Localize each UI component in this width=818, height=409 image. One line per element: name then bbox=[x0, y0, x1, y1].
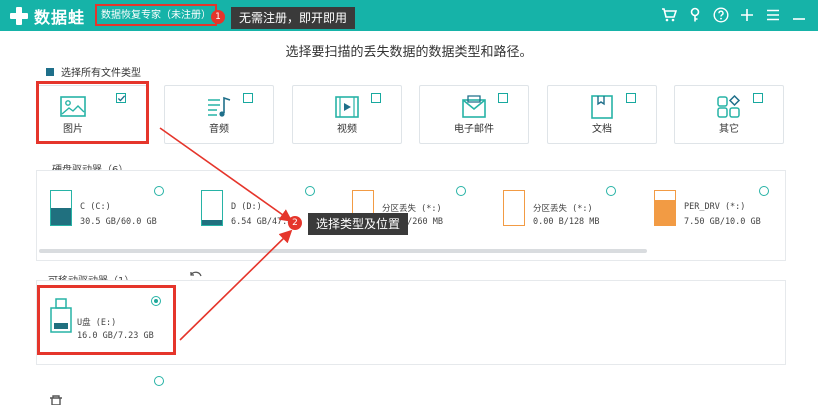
other-checkbox[interactable] bbox=[753, 93, 763, 103]
drive-per-drv[interactable]: PER_DRV (*:) 7.50 GB/10.0 GB bbox=[654, 190, 764, 230]
add-icon[interactable] bbox=[738, 3, 756, 27]
callout-1: 无需注册，即开即用 bbox=[231, 7, 356, 29]
logo-plus-icon bbox=[8, 5, 30, 27]
select-all-types[interactable]: 选择所有文件类型 bbox=[46, 64, 141, 79]
document-checkbox[interactable] bbox=[626, 93, 636, 103]
type-label-email: 电子邮件 bbox=[454, 124, 494, 135]
audio-icon bbox=[165, 94, 273, 120]
callout-2: 选择类型及位置 bbox=[308, 213, 409, 235]
drive-c[interactable]: C (C:) 30.5 GB/60.0 GB bbox=[50, 190, 170, 230]
drive-c-radio[interactable] bbox=[154, 186, 164, 196]
highlight-box-usb bbox=[37, 285, 176, 355]
other-icon bbox=[675, 94, 783, 120]
drive-name: PER_DRV (*:) bbox=[684, 202, 746, 212]
drives-scrollbar[interactable] bbox=[39, 249, 647, 253]
audio-checkbox[interactable] bbox=[243, 93, 253, 103]
drive-size: 6.54 GB/47.8 bbox=[231, 217, 293, 227]
minimize-icon[interactable] bbox=[790, 3, 808, 27]
menu-icon[interactable] bbox=[764, 3, 782, 27]
type-card-other[interactable]: 其它 bbox=[674, 85, 784, 144]
email-icon bbox=[420, 94, 528, 120]
drive-per-drv-radio[interactable] bbox=[759, 186, 769, 196]
recycle-bin-icon bbox=[48, 390, 64, 406]
drive-lost-1-radio[interactable] bbox=[456, 186, 466, 196]
type-card-video[interactable]: 视频 bbox=[292, 85, 402, 144]
help-icon[interactable] bbox=[712, 3, 730, 27]
drive-name: D (D:) bbox=[231, 202, 262, 212]
highlight-box-image bbox=[36, 81, 149, 144]
more-location-radio[interactable] bbox=[154, 376, 164, 386]
drive-size: 30.5 GB/60.0 GB bbox=[80, 217, 157, 227]
page-title: 选择要扫描的丢失数据的数据类型和路径。 bbox=[285, 45, 533, 60]
video-checkbox[interactable] bbox=[371, 93, 381, 103]
type-label-other: 其它 bbox=[719, 124, 739, 135]
callout-1-badge: 1 bbox=[211, 10, 225, 24]
type-card-email[interactable]: 电子邮件 bbox=[419, 85, 529, 144]
drive-icon bbox=[654, 190, 676, 226]
video-icon bbox=[293, 94, 401, 120]
type-card-document[interactable]: 文档 bbox=[547, 85, 657, 144]
callout-2-badge: 2 bbox=[288, 216, 302, 230]
select-all-label: 选择所有文件类型 bbox=[61, 68, 141, 79]
document-icon bbox=[548, 94, 656, 120]
select-all-checkbox[interactable] bbox=[46, 67, 54, 76]
drive-icon bbox=[201, 190, 223, 226]
drive-name: 分区丢失 (*:) bbox=[533, 204, 593, 214]
drive-d[interactable]: D (D:) 6.54 GB/47.8 bbox=[201, 190, 301, 230]
drive-icon bbox=[50, 190, 72, 226]
type-label-video: 视频 bbox=[337, 124, 357, 135]
app-logo: 数据蛙 bbox=[8, 4, 85, 28]
drive-d-radio[interactable] bbox=[305, 186, 315, 196]
key-icon[interactable] bbox=[686, 3, 704, 27]
type-label-document: 文档 bbox=[592, 124, 612, 135]
drive-name: C (C:) bbox=[80, 202, 111, 212]
app-name: 数据蛙 bbox=[34, 8, 86, 27]
drive-size: 0.00 B/128 MB bbox=[533, 217, 600, 227]
title-bar-icons bbox=[660, 3, 808, 27]
type-label-audio: 音频 bbox=[209, 124, 229, 135]
title-bar: 数据蛙 数据恢复专家（未注册） bbox=[0, 0, 818, 31]
email-checkbox[interactable] bbox=[498, 93, 508, 103]
drive-size: B/260 MB bbox=[402, 217, 443, 227]
drive-size: 7.50 GB/10.0 GB bbox=[684, 217, 761, 227]
drive-lost-2-radio[interactable] bbox=[606, 186, 616, 196]
drive-lost-2[interactable]: 分区丢失 (*:) 0.00 B/128 MB bbox=[503, 190, 613, 230]
type-card-audio[interactable]: 音频 bbox=[164, 85, 274, 144]
app-subtitle: 数据恢复专家（未注册） bbox=[95, 4, 217, 26]
drive-icon bbox=[503, 190, 525, 226]
cart-icon[interactable] bbox=[660, 3, 678, 27]
